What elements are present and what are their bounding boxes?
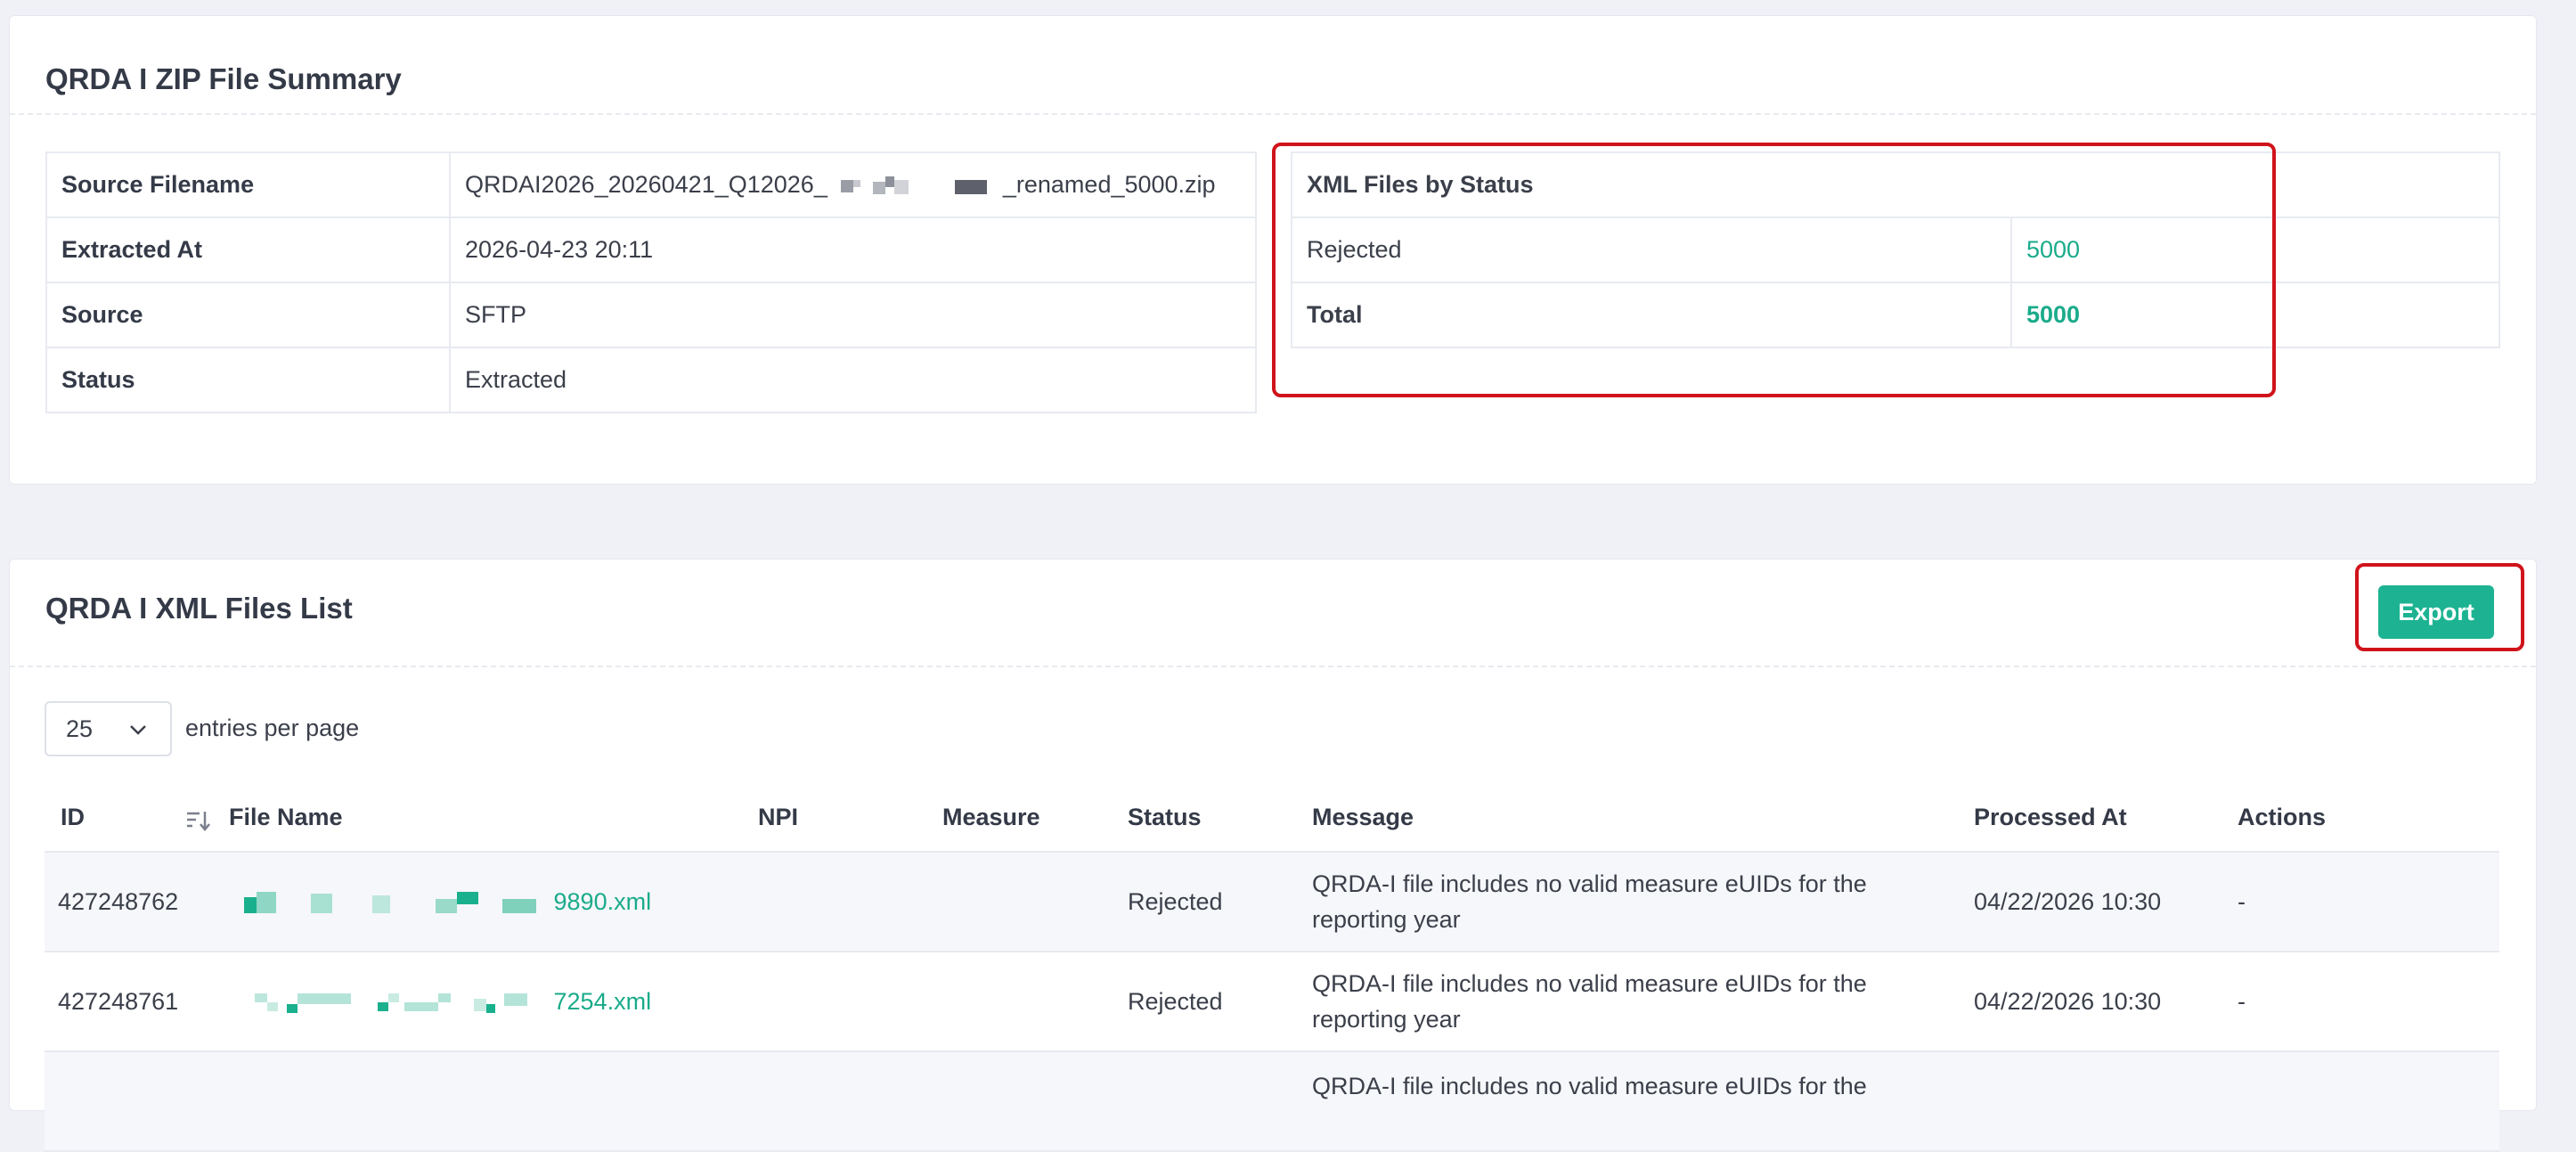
cell-message: QRDA-I file includes no valid measure eU… bbox=[1312, 852, 1974, 952]
cell-file-name[interactable] bbox=[229, 1051, 758, 1152]
cell-processed-at: 04/22/2026 10:30 bbox=[1974, 852, 2238, 952]
page-size-value: 25 bbox=[66, 715, 94, 742]
value-status: Extracted bbox=[449, 347, 1257, 413]
table-row: QRDA-I file includes no valid measure eU… bbox=[45, 1051, 2499, 1152]
row-source-filename: Source Filename QRDAI2026_20260421_Q1202… bbox=[45, 151, 1257, 218]
table-header-row: ID File Name NPI Measure Status Message … bbox=[45, 784, 2499, 853]
cell-measure bbox=[942, 852, 1128, 952]
col-file-name[interactable]: File Name bbox=[229, 784, 758, 853]
export-button[interactable]: Export bbox=[2378, 585, 2494, 639]
cell-npi bbox=[758, 1051, 942, 1152]
cell-file-name[interactable]: 9890.xml bbox=[229, 852, 758, 952]
xml-files-table: ID File Name NPI Measure Status Message … bbox=[45, 784, 2499, 1152]
row-extracted-at: Extracted At 2026-04-23 20:11 bbox=[45, 217, 1257, 283]
entries-per-page-label: entries per page bbox=[185, 715, 360, 741]
table-row: 427248762 9890.xml Rejected QRDA-I file … bbox=[45, 852, 2499, 952]
cell-processed-at: 04/22/2026 10:30 bbox=[1974, 952, 2238, 1052]
file-name-link[interactable]: 9890.xml bbox=[554, 888, 652, 915]
cell-id bbox=[45, 1051, 229, 1152]
cell-status: Rejected bbox=[1128, 852, 1312, 952]
zip-details-table: Source Filename QRDAI2026_20260421_Q1202… bbox=[45, 151, 1257, 413]
cell-actions: - bbox=[2238, 852, 2499, 952]
cell-measure bbox=[942, 952, 1128, 1052]
file-name-link[interactable]: 7254.xml bbox=[554, 988, 652, 1015]
message-text: QRDA-I file includes no valid measure eU… bbox=[1312, 1073, 1867, 1099]
value-extracted-at: 2026-04-23 20:11 bbox=[449, 217, 1257, 283]
col-id[interactable]: ID bbox=[45, 784, 229, 853]
col-processed-at[interactable]: Processed At bbox=[1974, 784, 2238, 853]
summary-title: QRDA I ZIP File Summary bbox=[45, 62, 402, 95]
col-status[interactable]: Status bbox=[1128, 784, 1312, 853]
cell-actions: - bbox=[2238, 952, 2499, 1052]
chevron-down-icon bbox=[130, 725, 146, 735]
filename-prefix: QRDAI2026_20260421_Q12026_ bbox=[465, 171, 827, 198]
label-extracted-at: Extracted At bbox=[45, 217, 451, 283]
redacted-block bbox=[244, 890, 547, 915]
cell-id: 427248762 bbox=[45, 852, 229, 952]
cell-actions bbox=[2238, 1051, 2499, 1152]
table-row: 427248761 7254.xml Rejected QRDA-I file … bbox=[45, 952, 2499, 1052]
cell-status: Rejected bbox=[1128, 952, 1312, 1052]
cell-id: 427248761 bbox=[45, 952, 229, 1052]
col-message[interactable]: Message bbox=[1312, 784, 1974, 853]
redacted-block bbox=[244, 990, 547, 1015]
cell-message: QRDA-I file includes no valid measure eU… bbox=[1312, 952, 1974, 1052]
cell-measure bbox=[942, 1051, 1128, 1152]
col-measure[interactable]: Measure bbox=[942, 784, 1128, 853]
row-source: Source SFTP bbox=[45, 282, 1257, 348]
redacted-block bbox=[837, 176, 992, 196]
cell-npi bbox=[758, 852, 942, 952]
col-actions: Actions bbox=[2238, 784, 2499, 853]
row-status: Status Extracted bbox=[45, 347, 1257, 413]
value-source-filename: QRDAI2026_20260421_Q12026_ _renamed_5000… bbox=[449, 151, 1257, 218]
filename-suffix: _renamed_5000.zip bbox=[1002, 171, 1216, 198]
list-divider bbox=[10, 666, 2536, 667]
label-source-filename: Source Filename bbox=[45, 151, 451, 218]
cell-message: QRDA-I file includes no valid measure eU… bbox=[1312, 1051, 1974, 1152]
cell-status bbox=[1128, 1051, 1312, 1152]
status-highlight-box bbox=[1272, 143, 2276, 397]
cell-file-name[interactable]: 7254.xml bbox=[229, 952, 758, 1052]
label-status: Status bbox=[45, 347, 451, 413]
entries-per-page-select[interactable]: 25 bbox=[45, 701, 172, 756]
message-text: QRDA-I file includes no valid measure eU… bbox=[1312, 870, 1867, 933]
summary-divider bbox=[10, 113, 2536, 115]
message-text: QRDA-I file includes no valid measure eU… bbox=[1312, 970, 1867, 1033]
cell-npi bbox=[758, 952, 942, 1052]
label-source: Source bbox=[45, 282, 451, 348]
sort-desc-icon[interactable] bbox=[184, 807, 211, 834]
cell-processed-at bbox=[1974, 1051, 2238, 1152]
col-npi[interactable]: NPI bbox=[758, 784, 942, 853]
list-title: QRDA I XML Files List bbox=[45, 592, 353, 625]
value-source: SFTP bbox=[449, 282, 1257, 348]
